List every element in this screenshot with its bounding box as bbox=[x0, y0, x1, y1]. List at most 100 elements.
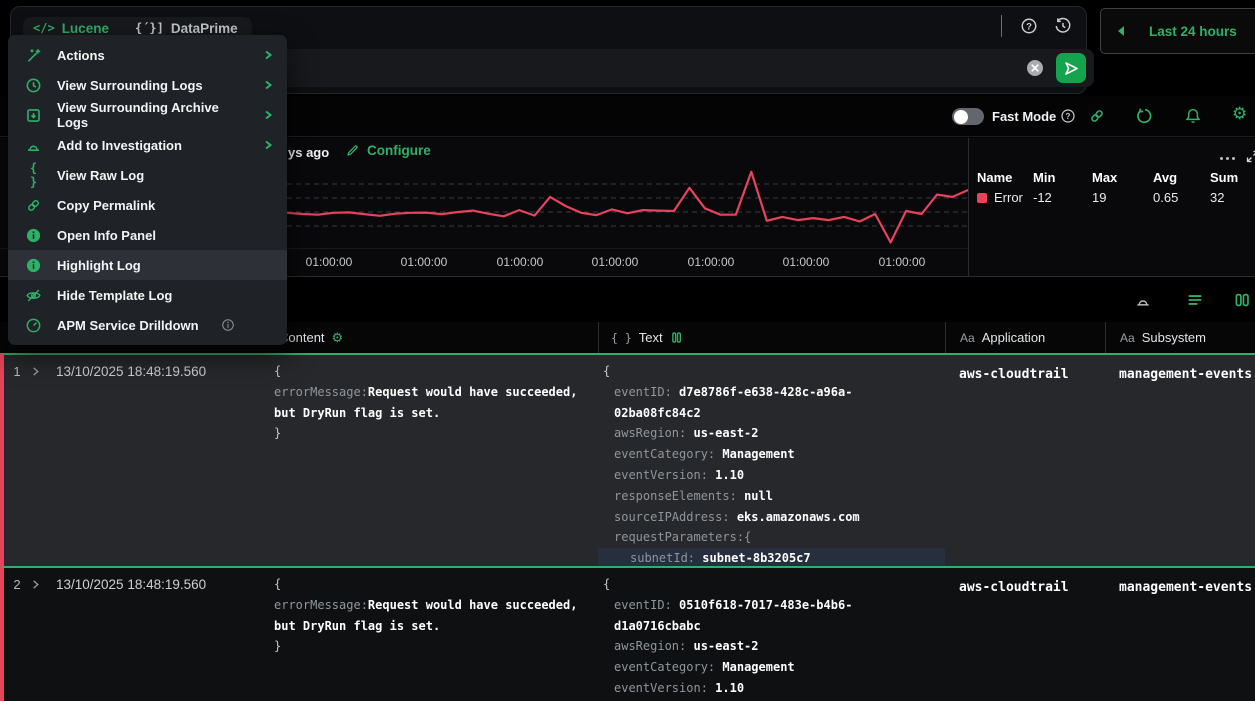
fast-mode-help-icon[interactable]: ? bbox=[1060, 108, 1076, 124]
text-cell: { eventID: 0510f618-7017-483e-b4b6-d1a07… bbox=[598, 568, 945, 701]
log-timestamp: 13/10/2025 18:48:19.560 bbox=[56, 577, 206, 592]
string-type-icon: Aa bbox=[1120, 331, 1135, 345]
wand-icon bbox=[25, 47, 42, 64]
content-cell: { errorMessage:Request would have succee… bbox=[256, 355, 598, 566]
json-key[interactable]: subnetId: bbox=[630, 551, 695, 565]
tab-dataprime[interactable]: {´}] DataPrime bbox=[135, 21, 238, 36]
log-context-menu: Actions View Surrounding Logs View Surro… bbox=[8, 35, 287, 345]
legend-series-name: Error bbox=[994, 190, 1023, 205]
json-key[interactable]: requestParameters:{ bbox=[614, 530, 751, 544]
json-key[interactable]: responseElements: bbox=[614, 489, 737, 503]
refresh-icon[interactable] bbox=[1136, 107, 1154, 125]
query-history-icon[interactable] bbox=[1054, 17, 1072, 35]
json-value[interactable]: Management bbox=[722, 447, 794, 461]
chart-header-text: ys ago bbox=[288, 145, 329, 160]
json-key[interactable]: eventID: bbox=[614, 385, 672, 399]
json-value[interactable]: us-east-2 bbox=[693, 639, 758, 653]
subsystem-value[interactable]: management-events bbox=[1119, 580, 1252, 595]
run-query-button[interactable] bbox=[1056, 53, 1086, 83]
column-settings-gear-icon[interactable]: ⚙ bbox=[332, 330, 344, 346]
json-value[interactable]: null bbox=[744, 489, 773, 503]
log-row-1[interactable]: 1 13/10/2025 18:48:19.560 { errorMessage… bbox=[0, 353, 1255, 568]
time-range-label[interactable]: Last 24 hours bbox=[1149, 24, 1237, 39]
subsystem-value[interactable]: management-events bbox=[1119, 367, 1252, 382]
x-tick: 01:00:00 bbox=[776, 255, 836, 269]
tab-lucene-label: Lucene bbox=[62, 21, 109, 36]
menu-item-view-raw-log[interactable]: { } View Raw Log bbox=[8, 160, 287, 190]
columns-icon[interactable] bbox=[1233, 291, 1251, 309]
tab-dataprime-label: DataPrime bbox=[171, 21, 238, 36]
time-range-picker[interactable]: Last 24 hours bbox=[1100, 8, 1255, 54]
json-key[interactable]: errorMessage: bbox=[274, 598, 368, 612]
clear-query-icon[interactable] bbox=[1026, 59, 1044, 77]
menu-item-hide-template-log[interactable]: Hide Template Log bbox=[8, 280, 287, 310]
archive-icon bbox=[25, 107, 42, 124]
menu-item-actions[interactable]: Actions bbox=[8, 40, 287, 70]
legend-min-value: -12 bbox=[1033, 190, 1092, 205]
application-value[interactable]: aws-cloudtrail bbox=[959, 580, 1069, 595]
legend-header-min: Min bbox=[1033, 170, 1092, 185]
json-key[interactable]: eventID: bbox=[614, 598, 672, 612]
fast-mode-toggle[interactable] bbox=[952, 108, 984, 125]
column-header-application[interactable]: Aa Application bbox=[945, 322, 1105, 353]
json-key[interactable]: eventVersion: bbox=[614, 681, 708, 695]
json-key[interactable]: eventCategory: bbox=[614, 660, 715, 674]
svg-text:?: ? bbox=[1026, 21, 1032, 32]
menu-item-highlight-log[interactable]: Highlight Log bbox=[8, 250, 287, 280]
legend-swatch bbox=[977, 193, 987, 203]
legend-header-avg: Avg bbox=[1153, 170, 1210, 185]
link-icon bbox=[25, 197, 42, 214]
legend-header-max: Max bbox=[1092, 170, 1153, 185]
json-key[interactable]: awsRegion: bbox=[614, 426, 686, 440]
legend-row-error[interactable]: Error -12 19 0.65 32 bbox=[977, 190, 1252, 205]
info-icon bbox=[25, 227, 42, 244]
x-tick: 01:00:00 bbox=[299, 255, 359, 269]
string-type-icon: Aa bbox=[960, 331, 975, 345]
chevron-right-icon bbox=[262, 49, 274, 61]
expand-row-icon[interactable] bbox=[30, 577, 56, 590]
error-line-chart bbox=[287, 165, 968, 247]
json-key[interactable]: errorMessage: bbox=[274, 385, 368, 399]
log-row-2[interactable]: 2 13/10/2025 18:48:19.560 { errorMessage… bbox=[0, 568, 1255, 701]
settings-gear-icon[interactable]: ⚙ bbox=[1232, 105, 1250, 123]
json-key[interactable]: sourceIPAddress: bbox=[614, 510, 730, 524]
time-back-icon[interactable] bbox=[1115, 25, 1127, 37]
divider bbox=[1001, 15, 1002, 37]
expand-row-icon[interactable] bbox=[30, 364, 56, 377]
json-value[interactable]: us-east-2 bbox=[693, 426, 758, 440]
content-cell: { errorMessage:Request would have succee… bbox=[256, 568, 598, 701]
json-value[interactable]: 1.10 bbox=[715, 681, 744, 695]
menu-item-apm-service-drilldown[interactable]: APM Service Drilldown bbox=[8, 310, 287, 340]
braces-icon: { } bbox=[25, 161, 42, 189]
chevron-right-icon bbox=[262, 79, 274, 91]
json-value[interactable]: subnet-8b3205c7 bbox=[702, 551, 810, 565]
menu-item-copy-permalink[interactable]: Copy Permalink bbox=[8, 190, 287, 220]
json-value[interactable]: eks.amazonaws.com bbox=[737, 510, 860, 524]
tab-lucene[interactable]: </> Lucene bbox=[33, 21, 109, 36]
legend-max-value: 19 bbox=[1092, 190, 1153, 205]
column-header-subsystem[interactable]: Aa Subsystem bbox=[1105, 322, 1255, 353]
menu-item-add-to-investigation[interactable]: Add to Investigation bbox=[8, 130, 287, 160]
menu-item-open-info-panel[interactable]: Open Info Panel bbox=[8, 220, 287, 250]
line-view-icon[interactable] bbox=[1186, 291, 1204, 309]
permalink-icon[interactable] bbox=[1088, 107, 1106, 125]
chevron-right-icon bbox=[262, 109, 274, 121]
column-pin-icon[interactable] bbox=[670, 331, 683, 344]
error-series-line bbox=[287, 172, 968, 243]
json-value[interactable]: Management bbox=[722, 660, 794, 674]
bell-icon[interactable] bbox=[1184, 107, 1202, 125]
json-key[interactable]: awsRegion: bbox=[614, 639, 686, 653]
investigation-dome-icon[interactable] bbox=[1134, 291, 1152, 309]
menu-item-view-surrounding-archive-logs[interactable]: View Surrounding Archive Logs bbox=[8, 100, 287, 130]
column-header-content[interactable]: Content ⚙ bbox=[256, 322, 598, 353]
fast-mode-label: Fast Mode bbox=[992, 109, 1056, 124]
json-key[interactable]: eventVersion: bbox=[614, 468, 708, 482]
application-value[interactable]: aws-cloudtrail bbox=[959, 367, 1069, 382]
help-icon[interactable]: ? bbox=[1020, 17, 1038, 35]
column-header-text[interactable]: { } Text bbox=[598, 322, 945, 353]
json-value[interactable]: 1.10 bbox=[715, 468, 744, 482]
configure-button[interactable]: Configure bbox=[345, 143, 431, 158]
code-icon: </> bbox=[33, 21, 55, 35]
json-key[interactable]: eventCategory: bbox=[614, 447, 715, 461]
menu-item-view-surrounding-logs[interactable]: View Surrounding Logs bbox=[8, 70, 287, 100]
